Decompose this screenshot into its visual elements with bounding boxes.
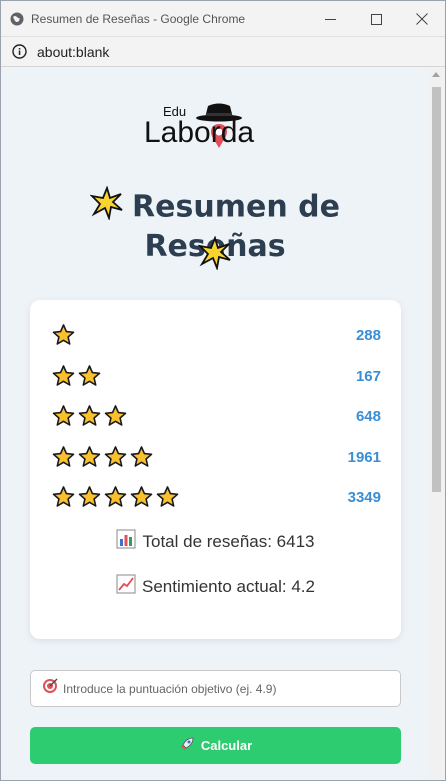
globe-icon [9, 11, 25, 27]
scroll-up-icon[interactable] [432, 72, 440, 77]
brand-logo: Edu Laborda [144, 103, 254, 149]
target-score-field[interactable] [30, 670, 401, 707]
rating-row-5: 3349 [51, 483, 381, 511]
title-bar: Resumen de Reseñas - Google Chrome [1, 1, 445, 37]
star-icon [77, 445, 102, 469]
rating-row-2: 167 [51, 362, 381, 390]
address-bar[interactable]: about:blank [1, 37, 445, 67]
window-title: Resumen de Reseñas - Google Chrome [31, 11, 246, 26]
star-icon [51, 323, 76, 347]
rocket-icon [179, 736, 195, 755]
scrollbar-thumb[interactable] [432, 87, 441, 492]
star-rating [51, 404, 128, 428]
calculate-button-label: Calcular [200, 738, 253, 753]
star-icon [51, 404, 76, 428]
star-rating [51, 364, 102, 388]
rating-count: 167 [355, 367, 381, 385]
browser-window: Resumen de Reseñas - Google Chrome about… [0, 0, 446, 781]
maximize-button[interactable] [353, 1, 399, 37]
minimize-icon [324, 18, 336, 20]
star-icon [129, 445, 154, 469]
page-title-trailing-icon [21, 235, 409, 278]
logo-text-large: Laborda [144, 116, 254, 149]
rating-count: 648 [355, 407, 381, 425]
close-button[interactable] [399, 1, 445, 37]
star-icon [51, 364, 76, 388]
star-rating [51, 323, 76, 347]
close-icon [416, 13, 428, 25]
star-rating [51, 445, 154, 469]
star-icon [103, 445, 128, 469]
minimize-button[interactable] [307, 1, 353, 37]
page-title: Resumen de Reseñas [21, 185, 409, 264]
star-icon [129, 485, 154, 509]
star-icon [155, 485, 180, 509]
rating-count: 3349 [347, 488, 381, 506]
star-rating [51, 485, 180, 509]
sparkle-icon [197, 235, 232, 278]
maximize-icon [370, 13, 382, 25]
target-score-input[interactable] [63, 681, 383, 696]
star-icon [77, 485, 102, 509]
rating-row-1: 288 [51, 321, 381, 349]
rating-row-4: 1961 [51, 443, 381, 471]
star-icon [103, 485, 128, 509]
total-reviews: Total de reseñas: 6413 [30, 529, 401, 554]
url-text[interactable]: about:blank [37, 44, 109, 60]
ratings-summary-card: 288 167 648 1961 3349 Total de reseñas: … [30, 300, 401, 639]
star-icon [103, 404, 128, 428]
rating-row-3: 648 [51, 402, 381, 430]
star-icon [77, 404, 102, 428]
star-icon [77, 364, 102, 388]
total-reviews-label: Total de reseñas: 6413 [142, 531, 315, 551]
target-icon [42, 678, 58, 699]
sentiment-label: Sentimiento actual: 4.2 [142, 576, 315, 596]
scrollbar[interactable] [429, 68, 444, 780]
calculate-button[interactable]: Calcular [30, 727, 401, 764]
trending-up-icon [116, 574, 136, 599]
star-icon [51, 485, 76, 509]
star-icon [51, 445, 76, 469]
rating-count: 288 [355, 326, 381, 344]
bar-chart-icon [116, 529, 136, 554]
current-sentiment: Sentimiento actual: 4.2 [30, 574, 401, 599]
sparkle-icon [89, 185, 124, 228]
page-viewport: Edu Laborda Resumen de Reseñas [1, 68, 445, 780]
rating-count: 1961 [347, 448, 381, 466]
info-icon[interactable] [12, 44, 27, 59]
